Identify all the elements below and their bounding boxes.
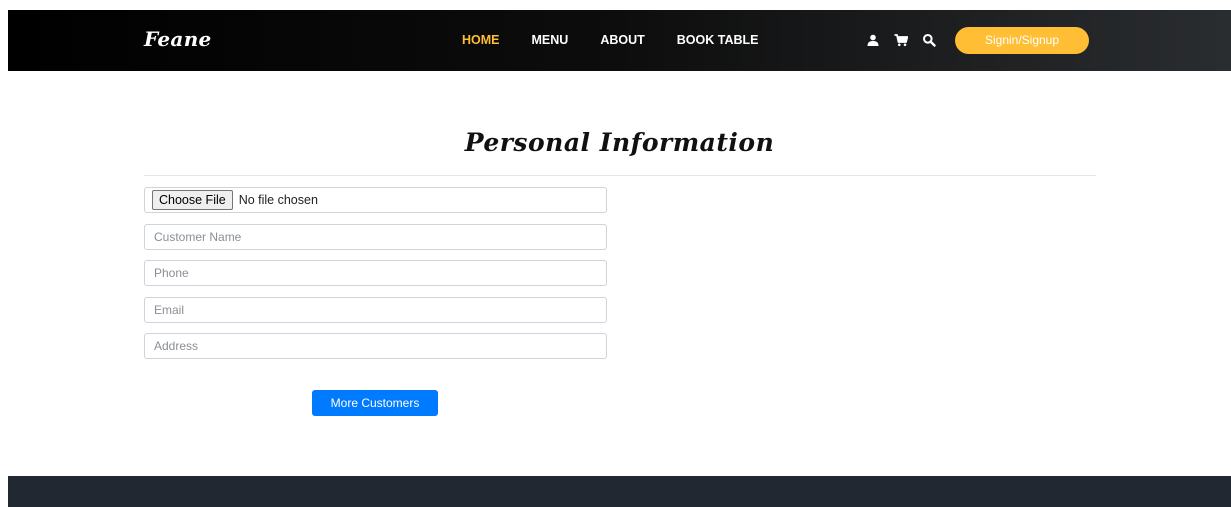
brand-logo[interactable]: Feane	[144, 27, 212, 51]
nav-home-link[interactable]: HOME	[462, 33, 500, 47]
main-nav: HOME MENU ABOUT BOOK TABLE	[462, 33, 790, 47]
photo-file-input[interactable]: Choose File No file chosen	[144, 187, 607, 213]
more-customers-button[interactable]: More Customers	[312, 390, 438, 416]
title-divider	[144, 175, 1096, 176]
nav-about-link[interactable]: ABOUT	[600, 33, 644, 47]
header-icons	[866, 33, 936, 47]
cart-icon[interactable]	[894, 33, 908, 47]
signin-signup-button[interactable]: Signin/Signup	[955, 27, 1089, 54]
address-input[interactable]	[144, 333, 607, 359]
page: Feane HOME MENU ABOUT BOOK TABLE Signin/…	[8, 10, 1231, 507]
phone-input[interactable]	[144, 260, 607, 286]
file-status-text: No file chosen	[238, 193, 318, 207]
customer-name-input[interactable]	[144, 224, 607, 250]
page-title: Personal Information	[464, 128, 775, 157]
search-icon[interactable]	[922, 33, 936, 47]
email-input[interactable]	[144, 297, 607, 323]
top-navbar: Feane HOME MENU ABOUT BOOK TABLE Signin/…	[8, 10, 1231, 71]
footer	[8, 476, 1231, 507]
choose-file-button[interactable]: Choose File	[152, 190, 233, 210]
user-icon[interactable]	[866, 33, 880, 47]
nav-menu-link[interactable]: MENU	[532, 33, 569, 47]
nav-book-table-link[interactable]: BOOK TABLE	[677, 33, 759, 47]
